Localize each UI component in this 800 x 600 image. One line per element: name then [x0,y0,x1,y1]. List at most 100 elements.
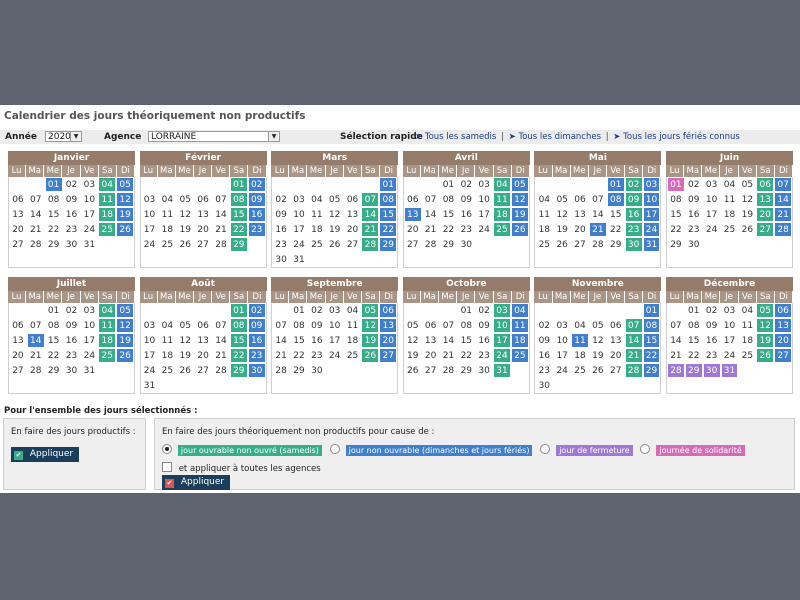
apply-productive-button[interactable]: ✔ Appliquer [11,447,80,462]
day-cell[interactable]: 26 [738,222,757,237]
day-cell[interactable]: 26 [116,348,134,363]
day-cell[interactable]: 02 [684,177,703,192]
day-cell[interactable]: 23 [272,237,291,252]
day-cell[interactable]: 13 [194,333,213,348]
day-cell[interactable]: 02 [457,177,476,192]
day-cell[interactable]: 10 [720,318,739,333]
day-cell[interactable]: 19 [116,207,134,222]
day-cell[interactable]: 24 [702,222,721,237]
day-cell[interactable]: 13 [9,207,27,222]
day-cell[interactable]: 05 [738,177,757,192]
day-cell[interactable]: 11 [571,333,589,348]
day-cell[interactable]: 12 [176,333,195,348]
day-cell[interactable]: 14 [26,333,45,348]
day-cell[interactable]: 17 [140,222,159,237]
day-cell[interactable]: 18 [510,333,529,348]
day-cell[interactable]: 01 [667,177,685,192]
day-cell[interactable]: 27 [9,363,27,378]
day-cell[interactable]: 04 [158,318,177,333]
day-cell[interactable]: 08 [457,318,476,333]
day-cell[interactable]: 23 [307,348,326,363]
day-cell[interactable]: 13 [403,207,422,222]
day-cell[interactable]: 28 [272,363,291,378]
day-cell[interactable]: 21 [421,222,440,237]
day-cell[interactable]: 10 [702,192,721,207]
day-cell[interactable]: 01 [229,303,248,318]
day-cell[interactable]: 08 [290,318,308,333]
day-cell[interactable]: 24 [553,363,572,378]
day-cell[interactable]: 29 [229,237,248,252]
day-cell[interactable]: 06 [571,192,589,207]
day-cell[interactable]: 22 [606,222,625,237]
day-cell[interactable]: 01 [44,303,63,318]
day-cell[interactable]: 12 [176,207,195,222]
day-cell[interactable]: 18 [343,333,362,348]
option-saturday[interactable]: jour ouvrable non ouvré (samedis) [162,444,322,456]
day-cell[interactable]: 24 [642,222,661,237]
day-cell[interactable]: 28 [212,363,230,378]
radio-saturday[interactable] [162,444,172,454]
day-cell[interactable]: 30 [684,237,703,252]
day-cell[interactable]: 08 [229,318,248,333]
day-cell[interactable]: 02 [535,318,554,333]
day-cell[interactable]: 20 [421,348,440,363]
day-cell[interactable]: 05 [325,192,344,207]
day-cell[interactable]: 07 [439,318,458,333]
day-cell[interactable]: 27 [756,222,775,237]
day-cell[interactable]: 19 [738,207,757,222]
day-cell[interactable]: 09 [702,318,721,333]
day-cell[interactable]: 21 [212,222,230,237]
day-cell[interactable]: 19 [756,333,775,348]
day-cell[interactable]: 05 [588,318,607,333]
day-cell[interactable]: 21 [774,207,792,222]
day-cell[interactable]: 28 [361,237,380,252]
day-cell[interactable]: 07 [667,318,685,333]
day-cell[interactable]: 16 [62,207,81,222]
day-cell[interactable]: 26 [756,348,775,363]
day-cell[interactable]: 22 [44,348,63,363]
day-cell[interactable]: 24 [140,363,159,378]
day-cell[interactable]: 06 [194,318,213,333]
day-cell[interactable]: 08 [642,318,661,333]
day-cell[interactable]: 28 [774,222,792,237]
day-cell[interactable]: 19 [510,207,529,222]
day-cell[interactable]: 27 [403,237,422,252]
day-cell[interactable]: 04 [158,192,177,207]
day-cell[interactable]: 21 [26,222,45,237]
day-cell[interactable]: 16 [272,222,291,237]
day-cell[interactable]: 26 [553,237,572,252]
day-cell[interactable]: 28 [421,237,440,252]
day-cell[interactable]: 25 [307,237,326,252]
day-cell[interactable]: 25 [720,222,739,237]
day-cell[interactable]: 12 [403,333,422,348]
day-cell[interactable]: 17 [140,348,159,363]
day-cell[interactable]: 16 [624,207,643,222]
day-cell[interactable]: 05 [403,318,422,333]
day-cell[interactable]: 19 [553,222,572,237]
day-cell[interactable]: 11 [343,318,362,333]
day-cell[interactable]: 11 [720,192,739,207]
day-cell[interactable]: 15 [439,207,458,222]
day-cell[interactable]: 08 [684,318,703,333]
day-cell[interactable]: 17 [80,333,99,348]
day-cell[interactable]: 02 [624,177,643,192]
day-cell[interactable]: 03 [80,303,99,318]
day-cell[interactable]: 26 [588,363,607,378]
day-cell[interactable]: 31 [140,378,159,393]
day-cell[interactable]: 13 [343,207,362,222]
link-all-holidays[interactable]: Tous les jours fériés connus [623,132,740,142]
day-cell[interactable]: 18 [571,348,589,363]
day-cell[interactable]: 10 [642,192,661,207]
day-cell[interactable]: 03 [720,303,739,318]
day-cell[interactable]: 01 [642,303,661,318]
day-cell[interactable]: 11 [158,207,177,222]
day-cell[interactable]: 10 [475,192,494,207]
day-cell[interactable]: 06 [9,318,27,333]
agency-select[interactable]: LORRAINE ▼ [148,131,280,142]
day-cell[interactable]: 23 [457,222,476,237]
day-cell[interactable]: 19 [116,333,134,348]
day-cell[interactable]: 20 [9,222,27,237]
day-cell[interactable]: 07 [212,318,230,333]
day-cell[interactable]: 13 [756,192,775,207]
day-cell[interactable]: 20 [571,222,589,237]
